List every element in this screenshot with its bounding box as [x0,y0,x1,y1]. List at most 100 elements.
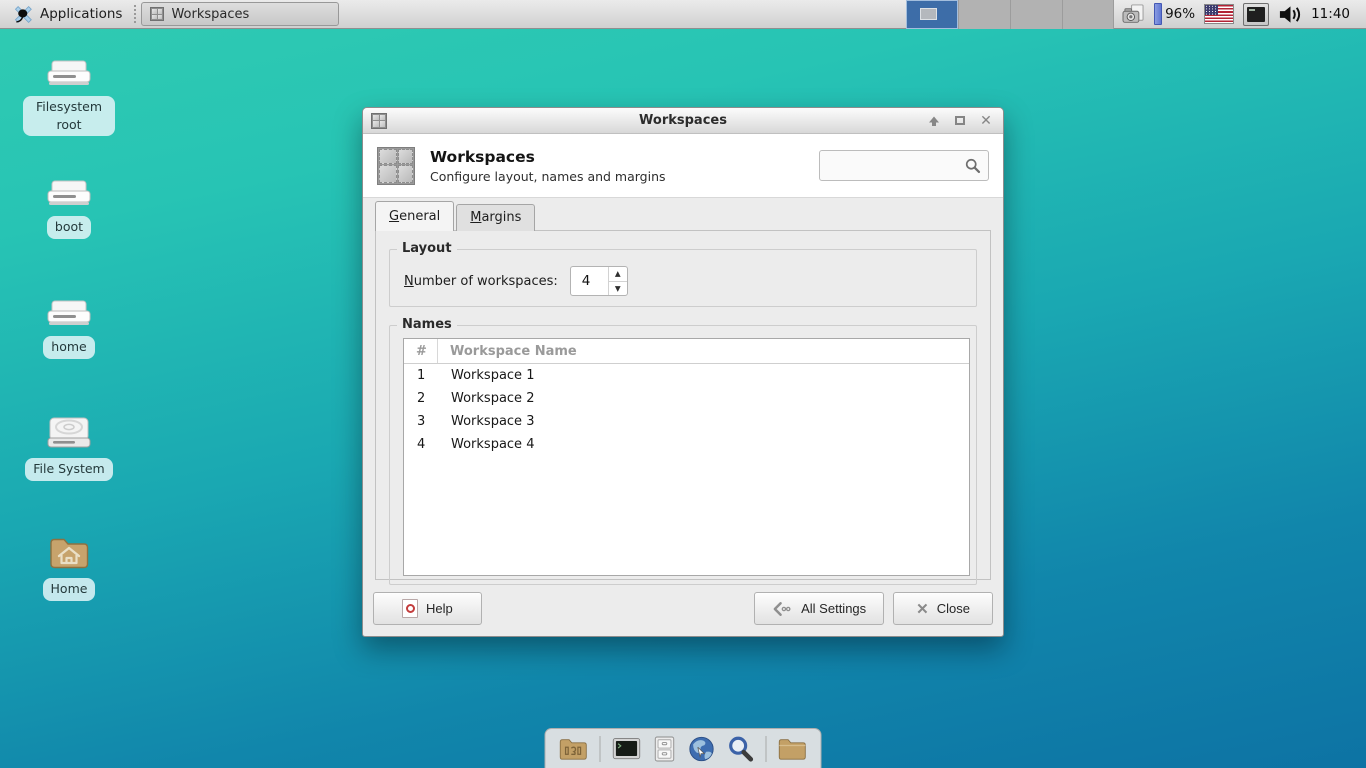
desktop-icon-label: Filesystem root [23,96,115,136]
maximize-icon[interactable] [953,114,967,128]
row-number: 2 [417,391,426,406]
search-icon [965,158,981,174]
screenshot-camera-icon[interactable] [1122,3,1145,25]
desktop-icon-label: home [43,336,95,359]
drive-icon [47,60,91,85]
directory-menu-icon[interactable] [559,736,589,762]
applications-label: Applications [40,6,123,22]
tab-general[interactable]: General [375,201,455,231]
tab-general-label: General [389,209,441,224]
terminal-icon[interactable] [612,736,642,762]
workspaces-mini-icon [150,7,165,21]
table-row[interactable]: 1 Workspace 1 [404,364,969,387]
taskbar-item-workspaces[interactable]: Workspaces [141,2,340,26]
general-tab-page: Layout Number of workspaces: 4 ▲ ▼ Names [375,230,991,585]
tab-margins[interactable]: Margins [456,204,536,231]
home-folder-icon [50,538,89,569]
help-button[interactable]: Help [373,592,482,625]
row-name: Workspace 2 [451,391,535,406]
search-field[interactable] [819,150,989,181]
close-icon[interactable]: ✕ [979,114,993,128]
folder-icon[interactable] [778,736,808,762]
table-row[interactable]: 4 Workspace 4 [404,433,969,456]
desktop-icon-home[interactable]: Home [14,534,124,601]
names-group: Names # Workspace Name 1 Workspace 1 2 W… [389,317,977,585]
workspace-count-spinner[interactable]: 4 ▲ ▼ [569,266,628,296]
desktop-icon-file-system[interactable]: File System [14,414,124,481]
keyboard-screen [1247,6,1266,22]
pager-window-preview [920,7,938,20]
web-browser-icon[interactable] [688,735,716,763]
workspaces-dialog: Workspaces ✕ Workspaces Configure layout… [362,107,1004,637]
search-input[interactable] [827,158,964,173]
tab-bar: General Margins [375,201,991,231]
workspaces-icon [377,146,415,185]
row-number: 4 [417,437,426,452]
close-button-label: Close [936,601,970,616]
close-x-icon: ✕ [916,600,929,618]
system-tray: 96% 11:40 [1114,2,1366,26]
battery-percent: 96% [1165,6,1196,22]
top-panel: Applications Workspaces 96% 11:40 [0,0,1366,29]
keyboard-layout-icon[interactable] [1243,2,1270,26]
clock[interactable]: 11:40 [1311,6,1354,22]
layout-group: Layout Number of workspaces: 4 ▲ ▼ [389,241,977,307]
back-overview-icon [773,601,791,616]
desktop-icon-home-drive[interactable]: home [14,298,124,359]
us-flag-icon[interactable] [1204,4,1235,24]
row-number: 1 [417,368,426,383]
spin-down-button[interactable]: ▼ [608,280,627,296]
workspace-count-label: Number of workspaces: [404,273,558,289]
row-name: Workspace 1 [451,368,535,383]
spin-up-button[interactable]: ▲ [609,267,627,281]
names-group-title: Names [397,317,457,332]
dialog-header: Workspaces Configure layout, names and m… [363,134,1003,198]
dialog-title: Workspaces [430,147,535,166]
panel-separator [134,5,137,23]
pager-workspace-4[interactable] [1062,0,1115,29]
shade-up-icon[interactable] [927,114,941,128]
flag-canton [1205,5,1219,15]
dock-separator [599,735,601,762]
pager-workspace-1[interactable] [906,0,959,29]
taskbar-item-label: Workspaces [171,6,250,22]
pager-workspace-2[interactable] [958,0,1011,29]
close-button[interactable]: ✕ Close [893,592,993,625]
file-manager-icon[interactable] [653,735,677,763]
table-header[interactable]: # Workspace Name [404,339,969,364]
disc-drive-icon [47,417,91,448]
table-row[interactable]: 3 Workspace 3 [404,410,969,433]
drive-icon [47,180,91,205]
workspace-names-table: # Workspace Name 1 Workspace 1 2 Workspa… [403,338,970,576]
dialog-titlebar[interactable]: Workspaces ✕ [363,108,1003,134]
workspace-count-value[interactable]: 4 [571,267,608,295]
desktop-icon-label: File System [25,458,113,481]
battery-bar-icon [1154,3,1163,25]
column-header-number[interactable]: # [404,339,438,363]
help-icon [402,599,418,618]
desktop-icon-filesystem-root[interactable]: Filesystem root [14,58,124,136]
layout-group-title: Layout [397,241,457,256]
dialog-button-bar: Help All Settings ✕ Close [373,592,993,625]
desktop-icon-label: boot [46,216,92,239]
drive-icon [47,300,91,325]
battery-indicator[interactable]: 96% [1154,3,1195,25]
column-header-name[interactable]: Workspace Name [438,339,577,363]
dock-separator [765,735,767,762]
application-finder-icon[interactable] [727,735,755,763]
tab-margins-label: Margins [470,210,522,225]
pager-workspace-3[interactable] [1010,0,1063,29]
desktop-icon-label: Home [42,578,96,601]
all-settings-label: All Settings [801,601,867,616]
applications-menu-button[interactable]: Applications [0,0,132,28]
desktop-icon-boot[interactable]: boot [14,178,124,239]
row-name: Workspace 3 [451,414,535,429]
row-name: Workspace 4 [451,437,535,452]
workspace-pager [906,0,1115,29]
dialog-subtitle: Configure layout, names and margins [430,168,666,184]
all-settings-button[interactable]: All Settings [754,592,885,625]
table-row[interactable]: 2 Workspace 2 [404,387,969,410]
volume-icon[interactable] [1278,4,1302,25]
window-title: Workspaces [639,113,727,128]
bottom-dock [544,728,822,768]
